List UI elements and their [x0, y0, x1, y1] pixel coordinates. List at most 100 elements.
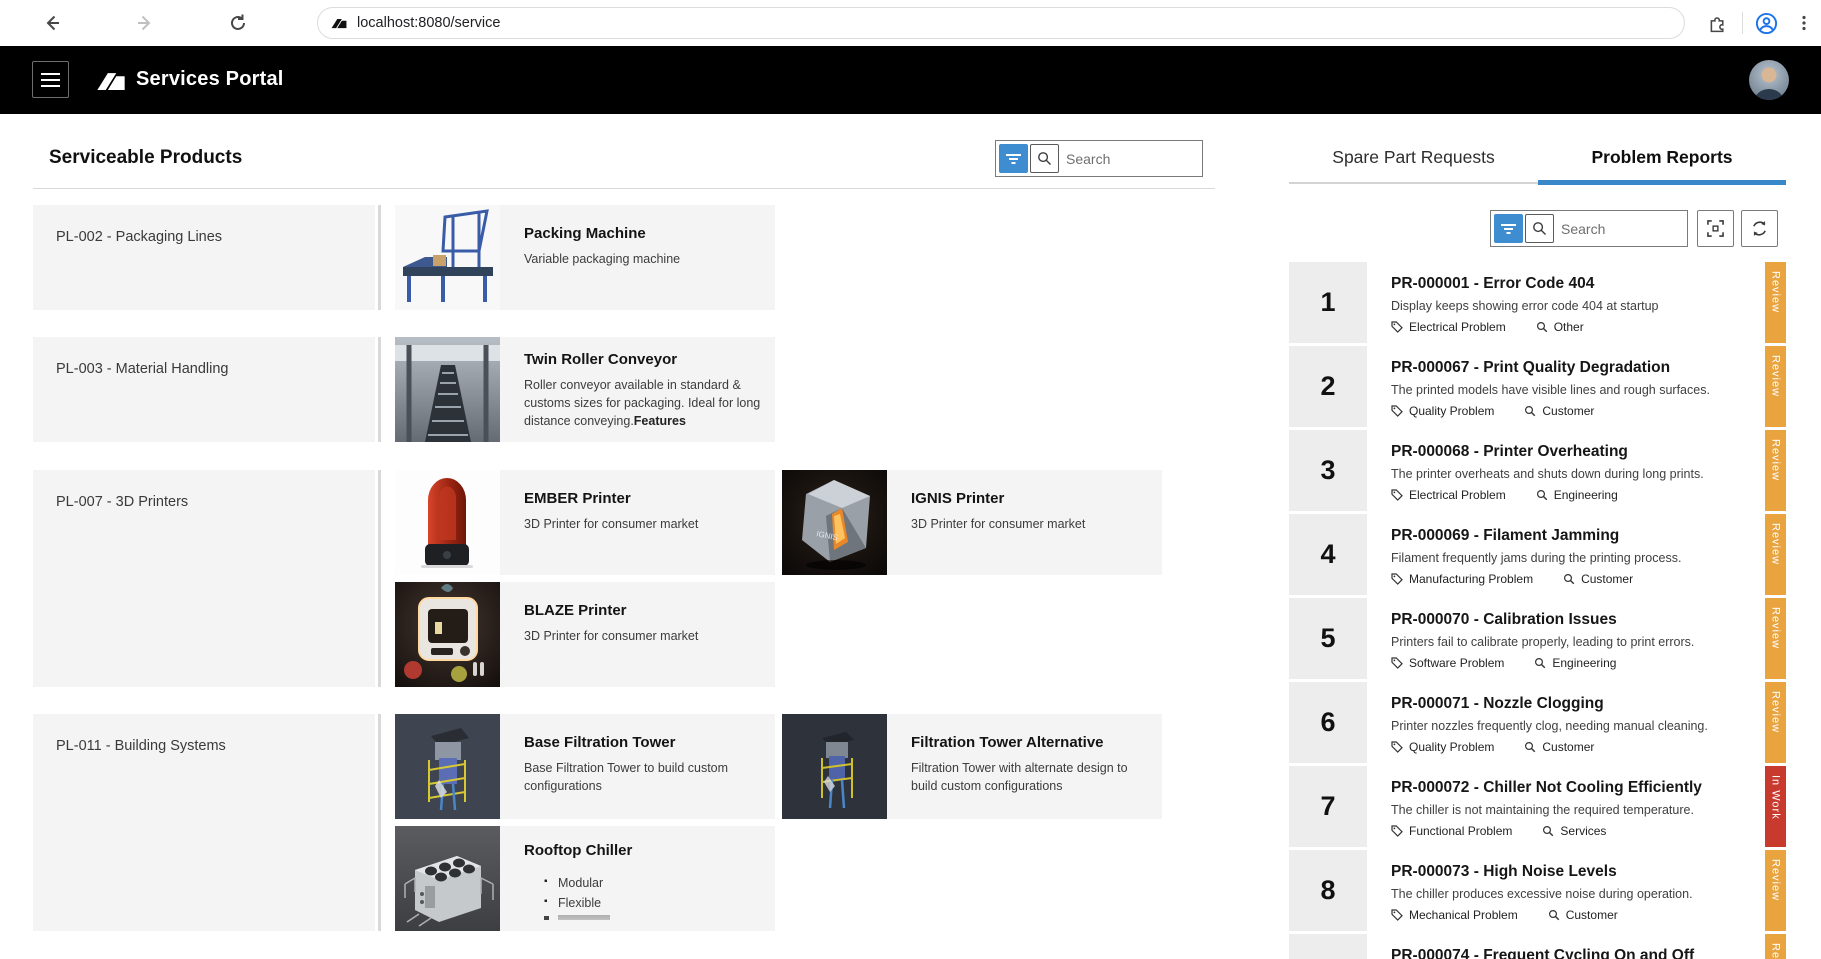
status-badge: Review: [1765, 934, 1786, 959]
problem-report-row[interactable]: 6 PR-000071 - Nozzle Clogging Printer no…: [1289, 682, 1786, 763]
tab-spare-part-requests[interactable]: Spare Part Requests: [1289, 132, 1538, 182]
report-number: 7: [1289, 766, 1367, 847]
product-description: Roller conveyor available in standard & …: [524, 377, 761, 430]
category-label: PL-003 - Material Handling: [56, 361, 228, 377]
expand-button[interactable]: [1697, 210, 1734, 247]
hamburger-menu-button[interactable]: [32, 61, 69, 98]
address-bar[interactable]: localhost:8080/service: [317, 7, 1685, 39]
user-avatar[interactable]: [1749, 60, 1789, 100]
filter-icon: [1501, 223, 1516, 235]
reports-filter-button[interactable]: [1494, 214, 1523, 243]
refresh-reports-button[interactable]: [1741, 210, 1778, 247]
products-search-input[interactable]: [1059, 151, 1199, 167]
category-label: PL-011 - Building Systems: [56, 738, 226, 754]
column-divider: [378, 205, 381, 310]
column-divider: [378, 470, 381, 687]
report-number: 2: [1289, 346, 1367, 427]
report-tags: Software Problem Engineering: [1391, 656, 1757, 670]
column-divider: [378, 337, 381, 442]
problem-type-tag: Quality Problem: [1391, 740, 1494, 754]
column-divider: [378, 714, 381, 931]
problem-type-label: Quality Problem: [1409, 740, 1494, 754]
back-icon[interactable]: [38, 9, 66, 37]
category-cell[interactable]: PL-011 - Building Systems: [33, 714, 375, 931]
problem-type-label: Software Problem: [1409, 656, 1504, 670]
product-ember-printer[interactable]: EMBER Printer 3D Printer for consumer ma…: [395, 470, 775, 575]
report-description: The chiller produces excessive noise dur…: [1391, 887, 1757, 901]
report-title: PR-000070 - Calibration Issues: [1391, 611, 1757, 629]
problem-type-tag: Quality Problem: [1391, 404, 1494, 418]
refresh-icon[interactable]: [224, 9, 252, 37]
ember-printer-image: [395, 470, 500, 575]
source-label: Engineering: [1552, 656, 1616, 670]
status-badge: In Work: [1765, 766, 1786, 847]
report-title: PR-000071 - Nozzle Clogging: [1391, 695, 1757, 713]
tab-problem-reports[interactable]: Problem Reports: [1538, 132, 1786, 182]
report-description: Filament frequently jams during the prin…: [1391, 551, 1757, 565]
packing-machine-image: [395, 205, 500, 310]
product-base-filtration-tower[interactable]: Base Filtration Tower Base Filtration To…: [395, 714, 775, 819]
report-tags: Manufacturing Problem Customer: [1391, 572, 1757, 586]
reports-search-input[interactable]: [1554, 221, 1684, 237]
report-tags: Functional Problem Services: [1391, 824, 1757, 838]
products-filter-button[interactable]: [999, 144, 1028, 173]
problem-report-row[interactable]: 3 PR-000068 - Printer Overheating The pr…: [1289, 430, 1786, 511]
product-rooftop-chiller[interactable]: Rooftop Chiller Modular Flexible: [395, 826, 775, 931]
product-name: Base Filtration Tower: [524, 734, 761, 751]
tag-icon: [1391, 657, 1403, 669]
extensions-icon[interactable]: [1703, 9, 1731, 37]
problem-report-row[interactable]: 7 PR-000072 - Chiller Not Cooling Effici…: [1289, 766, 1786, 847]
report-number: 9: [1289, 934, 1367, 959]
problem-report-row[interactable]: 2 PR-000067 - Print Quality Degradation …: [1289, 346, 1786, 427]
product-twin-roller-conveyor[interactable]: Twin Roller Conveyor Roller conveyor ava…: [395, 337, 775, 442]
report-description: Printer nozzles frequently clog, needing…: [1391, 719, 1757, 733]
main-content: Serviceable Products PL-002 - Packaging …: [0, 114, 1821, 959]
report-body: PR-000073 - High Noise Levels The chille…: [1367, 850, 1765, 931]
reports-search-button[interactable]: [1525, 214, 1554, 243]
tag-icon: [1391, 909, 1403, 921]
report-title: PR-000073 - High Noise Levels: [1391, 863, 1757, 881]
report-title: PR-000069 - Filament Jamming: [1391, 527, 1757, 545]
problem-type-label: Electrical Problem: [1409, 320, 1506, 334]
problem-report-row[interactable]: 1 PR-000001 - Error Code 404 Display kee…: [1289, 262, 1786, 343]
source-icon: [1548, 909, 1560, 921]
problem-type-label: Mechanical Problem: [1409, 908, 1518, 922]
problem-report-row[interactable]: 5 PR-000070 - Calibration Issues Printer…: [1289, 598, 1786, 679]
category-cell[interactable]: PL-003 - Material Handling: [33, 337, 375, 442]
source-label: Customer: [1581, 572, 1633, 586]
browser-toolbar: localhost:8080/service: [0, 0, 1821, 46]
truncated-feature-item: [524, 915, 761, 920]
problem-type-label: Functional Problem: [1409, 824, 1512, 838]
products-search-button[interactable]: [1030, 144, 1059, 173]
category-cell[interactable]: PL-002 - Packaging Lines: [33, 205, 375, 310]
source-tag: Customer: [1524, 740, 1594, 754]
report-tags: Mechanical Problem Customer: [1391, 908, 1757, 922]
product-card: Base Filtration Tower Base Filtration To…: [500, 714, 775, 819]
category-cell[interactable]: PL-007 - 3D Printers: [33, 470, 375, 687]
active-tab-indicator: [1538, 180, 1786, 185]
status-badge: Review: [1765, 682, 1786, 763]
product-description: 3D Printer for consumer market: [524, 628, 761, 646]
reports-search-control: [1490, 210, 1688, 247]
product-card: Filtration Tower Alternative Filtration …: [887, 714, 1162, 819]
product-filtration-tower-alternative[interactable]: Filtration Tower Alternative Filtration …: [782, 714, 1162, 819]
product-packing-machine[interactable]: Packing Machine Variable packaging machi…: [395, 205, 775, 310]
forward-icon[interactable]: [131, 9, 159, 37]
product-description: Filtration Tower with alternate design t…: [911, 760, 1148, 796]
problem-report-row[interactable]: 4 PR-000069 - Filament Jamming Filament …: [1289, 514, 1786, 595]
source-label: Customer: [1542, 740, 1594, 754]
browser-menu-icon[interactable]: [1790, 9, 1818, 37]
product-ignis-printer[interactable]: IGNIS IGNIS Printer 3D Printer for consu…: [782, 470, 1162, 575]
tag-icon: [1391, 825, 1403, 837]
status-badge: Review: [1765, 346, 1786, 427]
problem-type-tag: Software Problem: [1391, 656, 1504, 670]
product-blaze-printer[interactable]: BLAZE Printer 3D Printer for consumer ma…: [395, 582, 775, 687]
report-number: 6: [1289, 682, 1367, 763]
source-tag: Engineering: [1534, 656, 1616, 670]
profile-icon[interactable]: [1752, 9, 1780, 37]
report-description: The printer overheats and shuts down dur…: [1391, 467, 1757, 481]
tag-icon: [1391, 489, 1403, 501]
problem-report-row[interactable]: 9 PR-000074 - Frequent Cycling On and Of…: [1289, 934, 1786, 959]
problem-report-row[interactable]: 8 PR-000073 - High Noise Levels The chil…: [1289, 850, 1786, 931]
serviceable-products-title: Serviceable Products: [49, 147, 242, 169]
